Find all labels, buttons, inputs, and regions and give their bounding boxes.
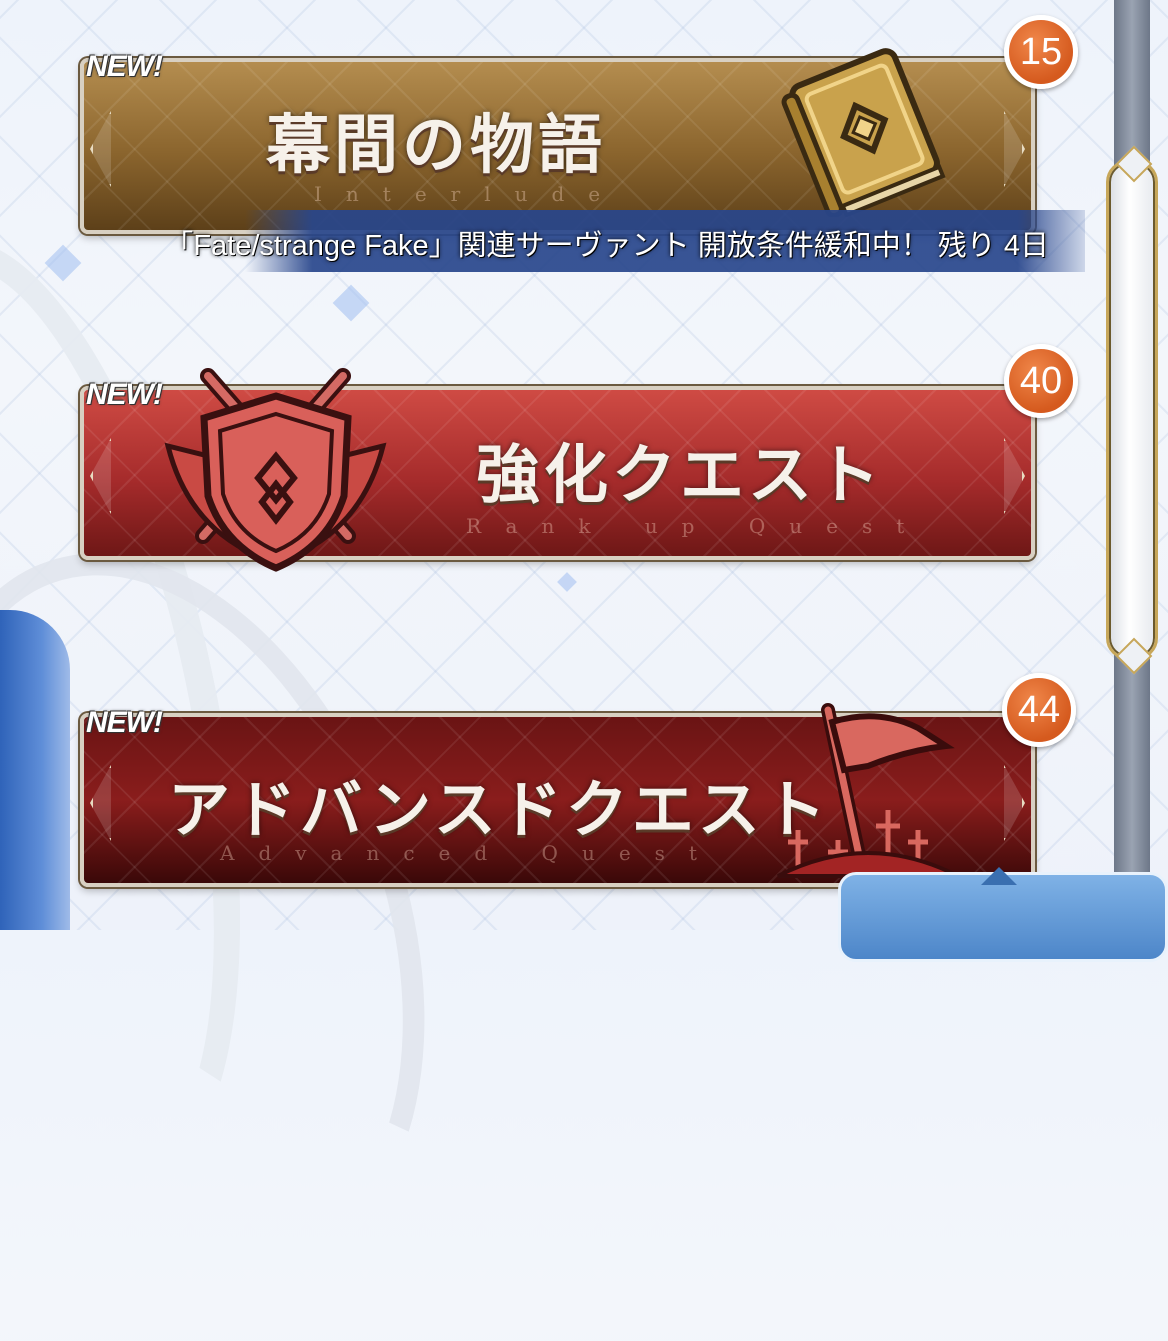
new-label: NEW! — [86, 50, 163, 83]
book-icon — [781, 48, 946, 217]
count-badge: 44 — [1002, 673, 1076, 747]
new-label: NEW! — [86, 378, 163, 411]
banner-subtitle: Interlude — [314, 182, 625, 206]
notice-text: 「Fate/strange Fake」関連サーヴァント 開放条件緩和中！ 残り … — [164, 230, 1049, 262]
background-character-cloth — [0, 610, 70, 930]
banner-subtitle: Advanced Quest — [220, 841, 721, 865]
new-label: NEW! — [86, 706, 163, 739]
flag-icon — [777, 703, 959, 878]
banner-title: 幕間の物語 — [266, 108, 606, 183]
count-badge: 15 — [1004, 15, 1078, 89]
banner-subtitle: Rank up Quest — [466, 514, 929, 538]
banner-title: アドバンスドクエスト — [168, 773, 830, 846]
count-badge: 40 — [1004, 344, 1078, 418]
banner-title: 強化クエスト — [476, 438, 884, 513]
scrollbar-thumb[interactable] — [1106, 160, 1158, 660]
bottom-menu-button[interactable] — [838, 867, 1168, 962]
notice-bar: 「Fate/strange Fake」関連サーヴァント 開放条件緩和中！ 残り … — [164, 210, 1085, 272]
up-arrow-icon — [981, 867, 1017, 885]
shield-swords-icon — [164, 368, 387, 572]
